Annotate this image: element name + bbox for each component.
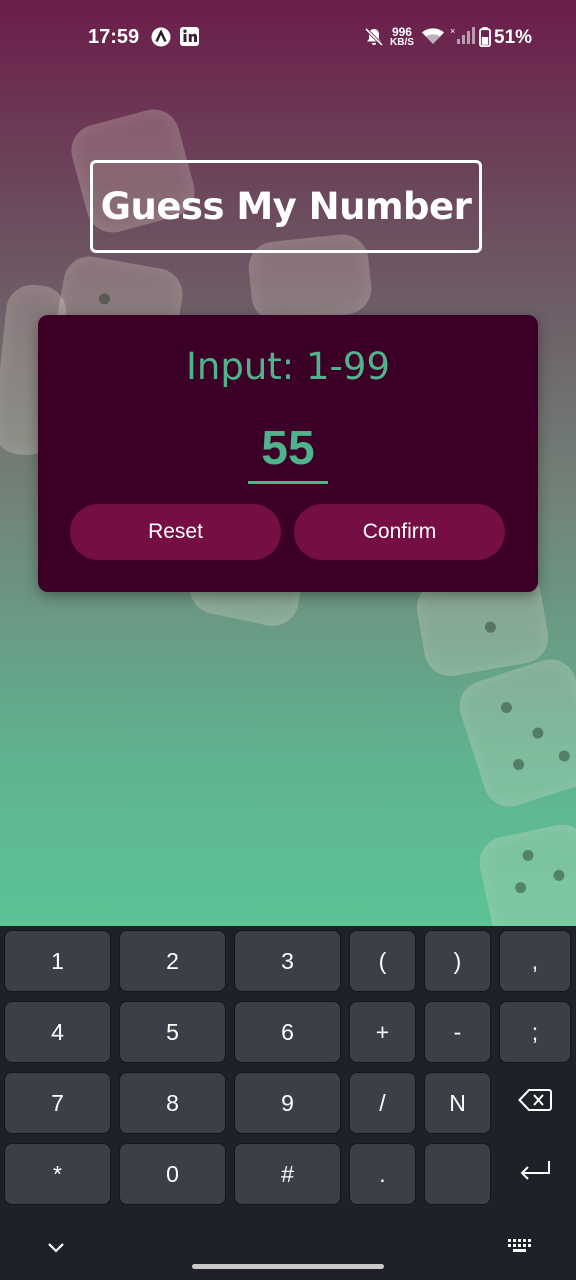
battery-percent: 51%	[494, 27, 533, 48]
chevron-down-icon	[47, 1233, 65, 1260]
network-speed-unit: KB/S	[390, 37, 414, 48]
key-6[interactable]: 6	[234, 1001, 341, 1063]
network-speed: 996 KB/S	[390, 26, 414, 48]
key-space[interactable]	[424, 1143, 491, 1205]
app-a-icon	[151, 27, 171, 53]
key-close-paren[interactable]: )	[424, 930, 491, 992]
signal-icon: ×	[450, 26, 476, 52]
bell-off-icon	[364, 27, 384, 53]
svg-text:×: ×	[450, 26, 455, 36]
key-open-paren[interactable]: (	[349, 930, 416, 992]
key-4[interactable]: 4	[4, 1001, 111, 1063]
key-8[interactable]: 8	[119, 1072, 226, 1134]
page-title: Guess My Number	[100, 185, 472, 228]
keyboard-icon	[507, 1233, 533, 1260]
key-1[interactable]: 1	[4, 930, 111, 992]
clock: 17:59	[88, 26, 140, 48]
title-box: Guess My Number	[90, 160, 482, 253]
collapse-keyboard-button[interactable]	[34, 1226, 78, 1266]
wifi-icon	[421, 26, 445, 52]
reset-button[interactable]: Reset	[70, 504, 281, 560]
dice-decoration	[452, 652, 576, 814]
key-3[interactable]: 3	[234, 930, 341, 992]
key-semicolon[interactable]: ;	[499, 1001, 571, 1063]
backspace-key[interactable]	[499, 1072, 571, 1134]
key-0[interactable]: 0	[119, 1143, 226, 1205]
key-2[interactable]: 2	[119, 930, 226, 992]
key-minus[interactable]: -	[424, 1001, 491, 1063]
key-9[interactable]: 9	[234, 1072, 341, 1134]
key-hash[interactable]: #	[234, 1143, 341, 1205]
input-range-label: Input: 1-99	[185, 345, 390, 388]
dice-decoration	[474, 819, 576, 926]
gesture-nav-handle[interactable]	[192, 1264, 384, 1269]
key-slash[interactable]: /	[349, 1072, 416, 1134]
number-input[interactable]	[248, 415, 328, 484]
backspace-icon	[518, 1088, 552, 1118]
switch-keyboard-button[interactable]	[498, 1226, 542, 1266]
key-5[interactable]: 5	[119, 1001, 226, 1063]
enter-icon	[518, 1159, 552, 1189]
key-asterisk[interactable]: *	[4, 1143, 111, 1205]
number-input-card: Input: 1-99 Reset Confirm	[38, 315, 538, 592]
key-7[interactable]: 7	[4, 1072, 111, 1134]
enter-key[interactable]	[499, 1143, 571, 1205]
key-plus[interactable]: +	[349, 1001, 416, 1063]
key-comma[interactable]: ,	[499, 930, 571, 992]
battery-icon	[479, 27, 491, 53]
linkedin-icon	[180, 27, 199, 52]
key-period[interactable]: .	[349, 1143, 416, 1205]
status-bar: 17:59 996 KB/S × 51%	[0, 0, 576, 76]
confirm-button[interactable]: Confirm	[294, 504, 505, 560]
key-n[interactable]: N	[424, 1072, 491, 1134]
numeric-keyboard: 1 2 3 ( ) , 4 5 6 + - ; 7 8 9 / N * 0 # …	[0, 926, 576, 1280]
